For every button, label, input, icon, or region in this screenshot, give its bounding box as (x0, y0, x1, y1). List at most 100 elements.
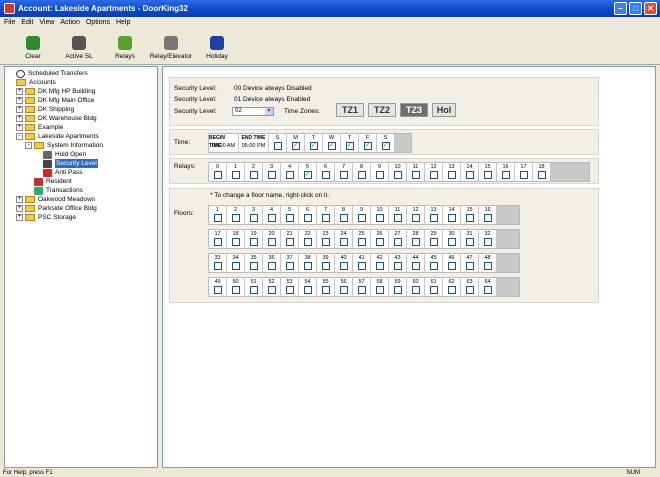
menu-view[interactable]: View (39, 17, 54, 29)
tree-item[interactable]: + Parkside Office Bldg (7, 204, 155, 213)
floor-checkbox[interactable] (285, 238, 294, 246)
expand-icon[interactable]: + (16, 205, 23, 212)
tree-item[interactable]: Accounts (7, 78, 155, 87)
menu-help[interactable]: Help (116, 17, 130, 29)
floor-checkbox[interactable] (393, 238, 402, 246)
relay-checkbox[interactable]: ✓ (303, 171, 312, 179)
day-checkbox[interactable]: ✓ (327, 142, 336, 150)
floor-checkbox[interactable] (357, 286, 366, 294)
floor-checkbox[interactable] (231, 238, 240, 246)
expand-icon[interactable]: + (16, 214, 23, 221)
expand-icon[interactable]: + (16, 106, 23, 113)
relay-checkbox[interactable] (501, 171, 510, 179)
expand-icon[interactable]: + (16, 97, 23, 104)
relay-checkbox[interactable] (519, 171, 528, 179)
floor-checkbox[interactable] (213, 214, 222, 222)
tree-item[interactable]: + DK Warehouse Bldg (7, 114, 155, 123)
account-tree[interactable]: Scheduled Transfers Accounts + DK Mfg HP Bu… (4, 66, 158, 468)
toolbar-active-sl-button[interactable]: Active SL (56, 29, 102, 63)
tree-item[interactable]: + Oakwood Meadows (7, 195, 155, 204)
collapse-icon[interactable]: - (25, 142, 32, 149)
floor-checkbox[interactable] (303, 238, 312, 246)
relay-checkbox[interactable] (339, 171, 348, 179)
floor-checkbox[interactable] (393, 286, 402, 294)
floor-checkbox[interactable] (303, 286, 312, 294)
floor-checkbox[interactable] (465, 238, 474, 246)
day-checkbox[interactable]: ✓ (345, 142, 354, 150)
floor-checkbox[interactable] (321, 238, 330, 246)
relay-checkbox[interactable] (213, 171, 222, 179)
floor-checkbox[interactable] (303, 214, 312, 222)
floor-checkbox[interactable] (357, 214, 366, 222)
floor-checkbox[interactable] (285, 214, 294, 222)
floor-checkbox[interactable] (231, 286, 240, 294)
day-checkbox[interactable]: ✓ (291, 142, 300, 150)
floor-checkbox[interactable] (447, 238, 456, 246)
tree-item[interactable]: Transactions (7, 186, 155, 195)
tree-item[interactable]: - Lakeside Apartments (7, 132, 155, 141)
floor-checkbox[interactable] (321, 214, 330, 222)
tree-item[interactable]: Resident (7, 177, 155, 186)
floor-checkbox[interactable] (267, 262, 276, 270)
toolbar-relays-button[interactable]: Relays (102, 29, 148, 63)
tree-item[interactable]: Scheduled Transfers (7, 69, 155, 78)
floor-checkbox[interactable] (465, 262, 474, 270)
floor-checkbox[interactable] (411, 286, 420, 294)
floor-checkbox[interactable] (249, 262, 258, 270)
floor-checkbox[interactable] (411, 238, 420, 246)
tree-item[interactable]: Security Level (7, 159, 155, 168)
begin-time-value[interactable]: 09:00 AM (212, 142, 235, 151)
expand-icon[interactable]: + (16, 115, 23, 122)
floor-checkbox[interactable] (231, 262, 240, 270)
relay-checkbox[interactable] (357, 171, 366, 179)
floor-checkbox[interactable] (483, 262, 492, 270)
floor-checkbox[interactable] (375, 238, 384, 246)
tree-item[interactable]: - System Information (7, 141, 155, 150)
relay-checkbox[interactable] (249, 171, 258, 179)
day-checkbox[interactable] (273, 142, 282, 150)
floor-checkbox[interactable] (339, 214, 348, 222)
floor-checkbox[interactable] (339, 262, 348, 270)
floor-checkbox[interactable] (249, 214, 258, 222)
floor-checkbox[interactable] (321, 286, 330, 294)
timezone-tz2-button[interactable]: TZ2 (368, 103, 396, 117)
floor-checkbox[interactable] (483, 238, 492, 246)
timezone-tz3-button[interactable]: TZ3 (400, 103, 428, 117)
floor-checkbox[interactable] (357, 262, 366, 270)
tree-item[interactable]: + DK Shipping (7, 105, 155, 114)
relay-checkbox[interactable] (465, 171, 474, 179)
relay-checkbox[interactable] (447, 171, 456, 179)
security-level-select[interactable]: 02 ▼ (232, 107, 274, 116)
floor-checkbox[interactable] (213, 238, 222, 246)
floor-checkbox[interactable] (447, 286, 456, 294)
toolbar-relay-elevator-button[interactable]: Relay/Elevator (148, 29, 194, 63)
relay-checkbox[interactable] (411, 171, 420, 179)
floor-checkbox[interactable] (375, 214, 384, 222)
relay-checkbox[interactable] (429, 171, 438, 179)
expand-icon[interactable]: + (16, 124, 23, 131)
floor-checkbox[interactable] (267, 238, 276, 246)
menu-edit[interactable]: Edit (21, 17, 33, 29)
timezone-tz1-button[interactable]: TZ1 (336, 103, 364, 117)
relay-checkbox[interactable] (267, 171, 276, 179)
floor-checkbox[interactable] (465, 286, 474, 294)
tree-item[interactable]: + PSC Storage (7, 213, 155, 222)
floor-checkbox[interactable] (249, 238, 258, 246)
chevron-down-icon[interactable]: ▼ (265, 108, 273, 115)
relay-checkbox[interactable] (483, 171, 492, 179)
relay-checkbox[interactable] (393, 171, 402, 179)
floor-checkbox[interactable] (483, 214, 492, 222)
floor-checkbox[interactable] (429, 286, 438, 294)
maximize-icon[interactable]: □ (629, 2, 642, 15)
floor-checkbox[interactable] (249, 286, 258, 294)
tree-item[interactable]: + Example (7, 123, 155, 132)
menu-action[interactable]: Action (60, 17, 79, 29)
tree-item[interactable]: + DK Mfg Main Office (7, 96, 155, 105)
floor-checkbox[interactable] (303, 262, 312, 270)
floor-checkbox[interactable] (429, 262, 438, 270)
close-icon[interactable]: ✕ (644, 2, 657, 15)
tree-item[interactable]: Anti Pass (7, 168, 155, 177)
menu-options[interactable]: Options (86, 17, 110, 29)
floor-checkbox[interactable] (465, 214, 474, 222)
floor-checkbox[interactable] (231, 214, 240, 222)
